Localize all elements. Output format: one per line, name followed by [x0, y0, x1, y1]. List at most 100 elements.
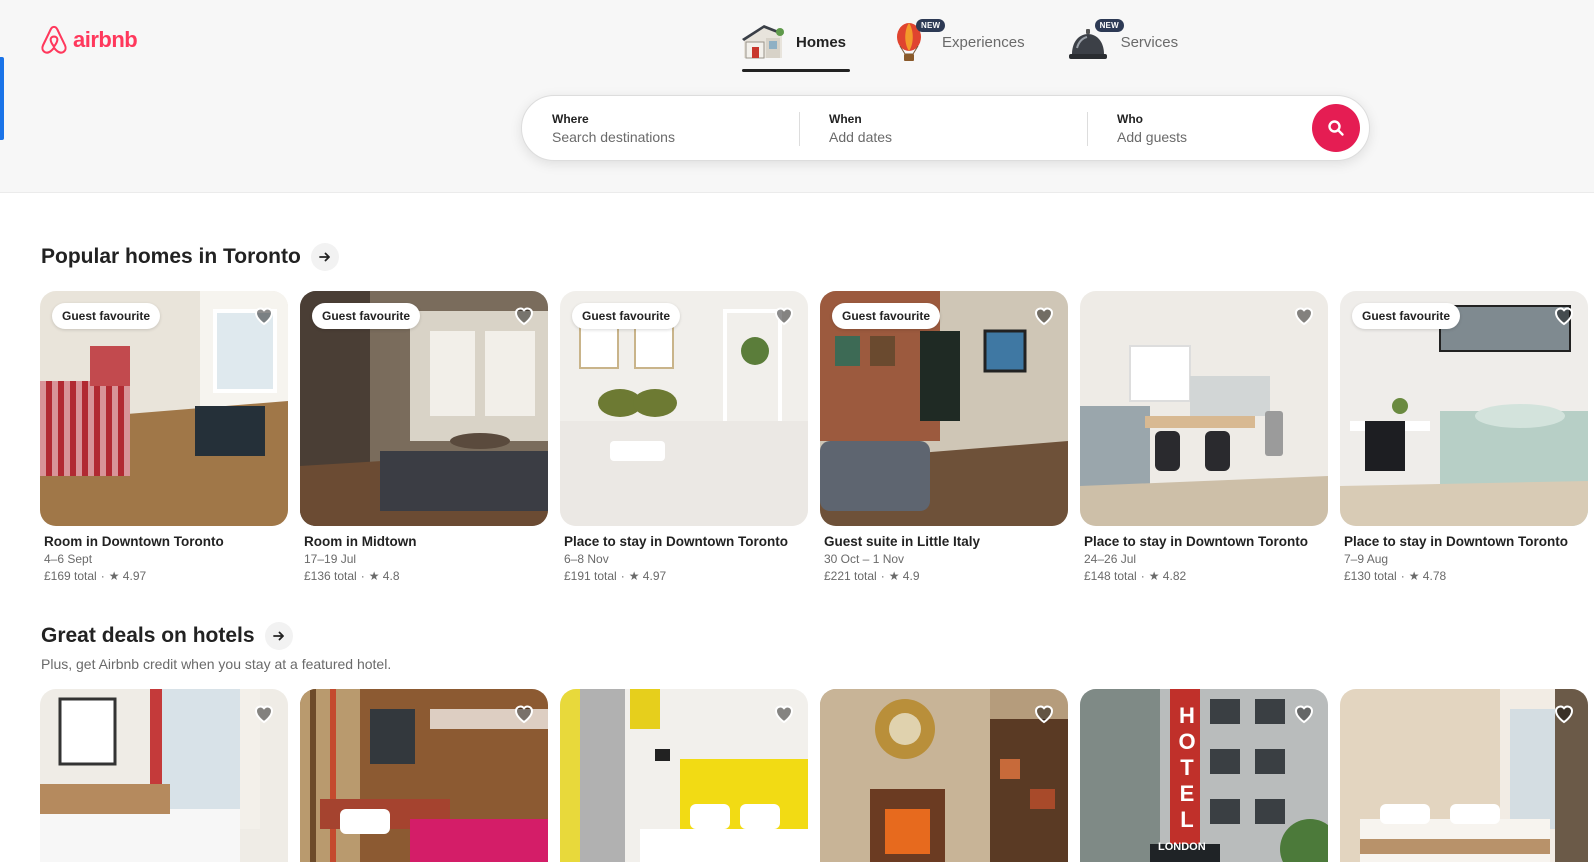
see-all-hotels-button[interactable] — [264, 622, 293, 650]
section-title: Popular homes in Toronto — [41, 245, 301, 268]
hotel-card[interactable]: HOTEL LONDON — [1080, 689, 1328, 862]
heart-icon[interactable] — [512, 701, 536, 725]
focus-indicator — [0, 57, 4, 140]
listing-card[interactable]: Guest favourite Guest suite in Little It… — [820, 291, 1068, 583]
listing-price-row: £148 total · ★ 4.82 — [1084, 569, 1328, 583]
tab-label: Experiences — [942, 33, 1025, 51]
listing-dates: 17–19 Jul — [304, 552, 357, 566]
listing-title: Place to stay in Downtown Toronto — [564, 534, 789, 549]
heart-icon[interactable] — [772, 701, 796, 725]
hotel-photo[interactable] — [300, 689, 548, 862]
separator-dot: · — [1400, 569, 1405, 583]
search-bar: Where Search destinations When Add dates… — [521, 95, 1370, 161]
section-title: Great deals on hotels — [41, 624, 255, 647]
listing-title: Guest suite in Little Italy — [824, 534, 981, 549]
heart-icon[interactable] — [1032, 303, 1056, 327]
tab-homes[interactable]: Homes — [736, 14, 851, 72]
hotel-sign: HOTEL — [1178, 703, 1196, 832]
tab-services[interactable]: NEW Services — [1061, 14, 1183, 70]
search-icon — [1328, 120, 1344, 136]
where-placeholder: Search destinations — [552, 128, 675, 145]
listing-dates: 7–9 Aug — [1344, 552, 1389, 566]
arrow-right-icon — [272, 631, 284, 641]
separator-dot: · — [1140, 569, 1145, 583]
when-placeholder: Add dates — [829, 128, 893, 145]
listing-title: Room in Downtown Toronto — [44, 534, 224, 549]
listing-price: £221 total — [824, 569, 877, 583]
listing-photo[interactable] — [1080, 291, 1328, 526]
listing-rating: ★ 4.9 — [888, 569, 920, 583]
listing-dates: 4–6 Sept — [44, 552, 93, 566]
tab-experiences[interactable]: NEW Experiences — [882, 14, 1029, 70]
listing-card[interactable]: Place to stay in Downtown Toronto 24–26 … — [1080, 291, 1328, 583]
airbnb-logo[interactable]: airbnb — [39, 24, 138, 56]
listing-dates: 6–8 Nov — [564, 552, 609, 566]
new-badge: NEW — [916, 19, 946, 32]
airbnb-logo-icon — [41, 25, 67, 54]
listing-photo[interactable]: Guest favourite — [1340, 291, 1588, 526]
when-field[interactable]: When Add dates — [799, 96, 1087, 160]
hotel-photo[interactable]: HOTEL LONDON — [1080, 689, 1328, 862]
listing-price-row: £130 total · ★ 4.78 — [1344, 569, 1588, 583]
hotel-sign-sub: LONDON — [1158, 841, 1206, 853]
heart-icon[interactable] — [1292, 303, 1316, 327]
listing-price: £191 total — [564, 569, 617, 583]
listing-card[interactable]: Guest favourite Place to stay in Downtow… — [1340, 291, 1588, 583]
heart-icon[interactable] — [772, 303, 796, 327]
when-label: When — [829, 111, 862, 126]
hotel-photo[interactable] — [1340, 689, 1588, 862]
see-all-popular-button[interactable] — [310, 243, 339, 271]
listing-photo[interactable]: Guest favourite — [300, 291, 548, 526]
popular-homes-list: Guest favourite Room in Downtown Toronto… — [40, 291, 1588, 583]
separator-dot: · — [880, 569, 885, 583]
listing-title: Place to stay in Downtown Toronto — [1344, 534, 1569, 549]
listing-rating: ★ 4.82 — [1148, 569, 1187, 583]
listing-photo[interactable]: Guest favourite — [560, 291, 808, 526]
heart-icon[interactable] — [252, 701, 276, 725]
search-button[interactable] — [1312, 104, 1360, 152]
listing-price-row: £136 total · ★ 4.8 — [304, 569, 548, 583]
listing-price-row: £169 total · ★ 4.97 — [44, 569, 288, 583]
hotel-card[interactable] — [820, 689, 1068, 862]
heart-icon[interactable] — [1032, 701, 1056, 725]
hotel-card[interactable] — [1340, 689, 1588, 862]
listing-price: £148 total — [1084, 569, 1137, 583]
hotel-card[interactable] — [560, 689, 808, 862]
listing-card[interactable]: Guest favourite Room in Downtown Toronto… — [40, 291, 288, 583]
hotel-photo[interactable] — [560, 689, 808, 862]
service-bell-icon: NEW — [1065, 19, 1124, 63]
listing-title: Place to stay in Downtown Toronto — [1084, 534, 1309, 549]
separator-dot: · — [360, 569, 365, 583]
listing-rating: ★ 4.97 — [628, 569, 667, 583]
heart-icon[interactable] — [1552, 701, 1576, 725]
listing-rating: ★ 4.97 — [108, 569, 147, 583]
listing-price: £169 total — [44, 569, 97, 583]
listing-title: Room in Midtown — [304, 534, 417, 549]
guest-favourite-badge: Guest favourite — [312, 303, 421, 329]
listing-dates: 30 Oct – 1 Nov — [824, 552, 905, 566]
listing-rating: ★ 4.78 — [1408, 569, 1447, 583]
arrow-right-icon — [318, 252, 330, 262]
listing-photo[interactable]: Guest favourite — [40, 291, 288, 526]
where-field[interactable]: Where Search destinations — [522, 96, 799, 160]
tab-label: Services — [1120, 33, 1179, 51]
brand-name: airbnb — [73, 27, 138, 52]
hotel-card[interactable] — [40, 689, 288, 862]
heart-icon[interactable] — [252, 303, 276, 327]
hotel-card[interactable] — [300, 689, 548, 862]
heart-icon[interactable] — [512, 303, 536, 327]
hotel-photo[interactable] — [40, 689, 288, 862]
listing-photo[interactable]: Guest favourite — [820, 291, 1068, 526]
popular-homes-heading: Popular homes in Toronto — [41, 243, 339, 271]
listing-price: £130 total — [1344, 569, 1397, 583]
listing-price-row: £191 total · ★ 4.97 — [564, 569, 808, 583]
guest-favourite-badge: Guest favourite — [832, 303, 941, 329]
hotels-list: HOTEL LONDON — [40, 689, 1588, 862]
heart-icon[interactable] — [1292, 701, 1316, 725]
where-label: Where — [552, 111, 589, 126]
hotel-photo[interactable] — [820, 689, 1068, 862]
heart-icon[interactable] — [1552, 303, 1576, 327]
listing-rating: ★ 4.8 — [368, 569, 400, 583]
listing-card[interactable]: Guest favourite Place to stay in Downtow… — [560, 291, 808, 583]
listing-card[interactable]: Guest favourite Room in Midtown 17–19 Ju… — [300, 291, 548, 583]
